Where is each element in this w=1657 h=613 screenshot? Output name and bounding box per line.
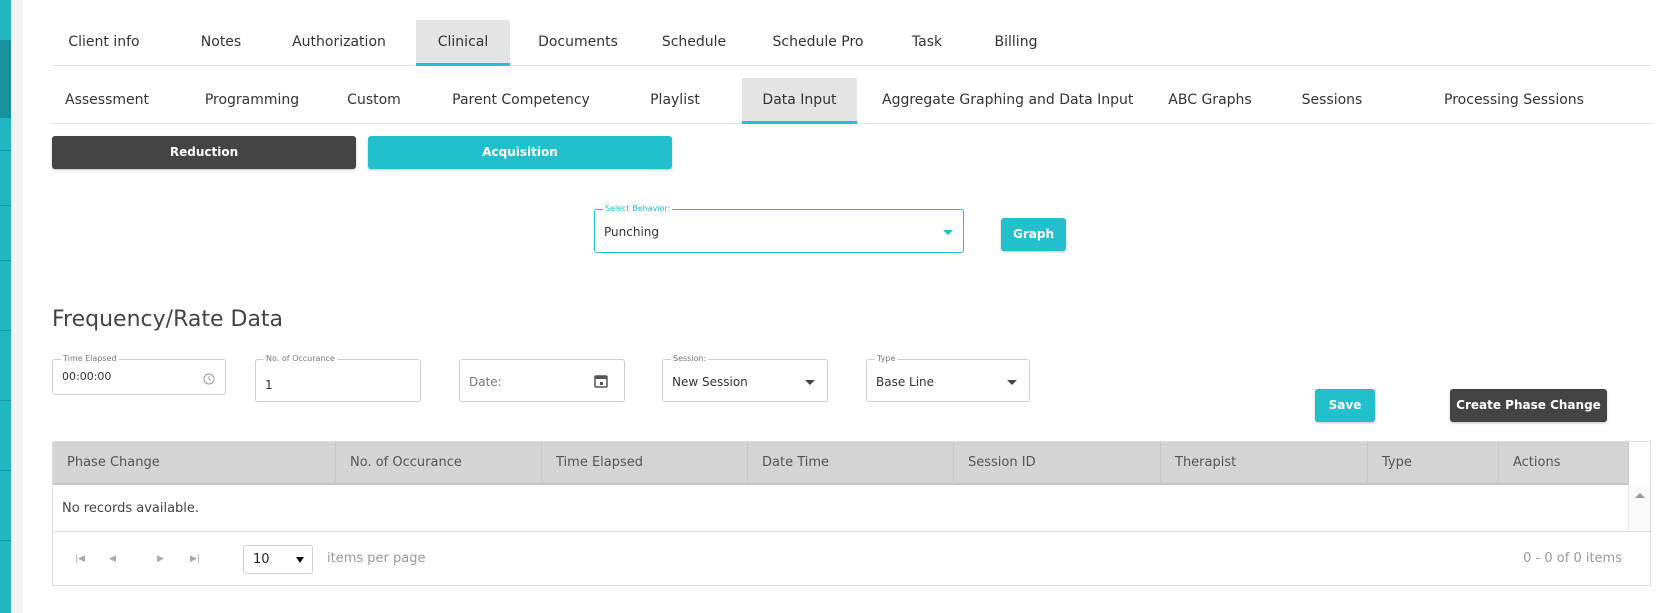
- create-phase-change-button[interactable]: Create Phase Change: [1450, 389, 1607, 422]
- tab-sessions[interactable]: Sessions: [1292, 78, 1372, 124]
- calendar-icon[interactable]: [594, 374, 608, 388]
- left-nav-rail: [0, 0, 11, 613]
- type-value: Base Line: [876, 375, 935, 389]
- left-nav-divider: [0, 330, 11, 331]
- caret-down-icon: [1007, 380, 1017, 385]
- behavior-select[interactable]: Select Behavior: Punching: [594, 204, 964, 253]
- items-per-page-label: items per page: [327, 551, 426, 566]
- page-size-value: 10: [253, 552, 270, 567]
- column-header[interactable]: Actions: [1499, 442, 1629, 485]
- prev-page-icon[interactable]: ◀: [109, 554, 116, 564]
- empty-message: No records available.: [62, 501, 200, 516]
- main-tab-bar: Client info Notes Authorization Clinical…: [52, 20, 1652, 66]
- tab-processing-sessions[interactable]: Processing Sessions: [1424, 78, 1604, 124]
- date-field[interactable]: Date:: [459, 359, 625, 402]
- time-elapsed-value: 00:00:00: [62, 370, 112, 383]
- tab-custom[interactable]: Custom: [335, 78, 413, 124]
- session-label: Session:: [671, 354, 709, 364]
- column-header[interactable]: Session ID: [954, 442, 1161, 485]
- section-title: Frequency/Rate Data: [52, 307, 284, 332]
- type-label: Type: [875, 354, 898, 364]
- caret-down-icon: [943, 230, 953, 235]
- tab-data-input[interactable]: Data Input: [742, 78, 857, 124]
- tab-documents[interactable]: Documents: [522, 20, 634, 66]
- clock-icon[interactable]: [203, 373, 215, 385]
- time-elapsed-field[interactable]: Time Elapsed 00:00:00: [52, 354, 226, 395]
- scroll-up-icon[interactable]: [1635, 493, 1645, 498]
- column-header[interactable]: Time Elapsed: [542, 442, 748, 485]
- tab-schedule-pro[interactable]: Schedule Pro: [756, 20, 880, 66]
- caret-down-icon: [805, 380, 815, 385]
- left-nav-divider: [0, 540, 11, 541]
- column-header[interactable]: Therapist: [1161, 442, 1368, 485]
- tab-authorization[interactable]: Authorization: [274, 20, 404, 66]
- pager: |◀ ◀ ▶ ▶| 10 items per page 0 - 0 of 0 i…: [53, 531, 1650, 585]
- tab-playlist[interactable]: Playlist: [637, 78, 713, 124]
- tab-notes[interactable]: Notes: [180, 20, 262, 66]
- occurrence-value: 1: [265, 378, 273, 392]
- left-nav-divider: [0, 470, 11, 471]
- left-nav-divider: [0, 205, 11, 206]
- caret-down-icon: [296, 557, 304, 563]
- session-select[interactable]: Session: New Session: [662, 354, 828, 402]
- next-page-icon[interactable]: ▶: [157, 554, 164, 564]
- left-nav-divider: [0, 400, 11, 401]
- last-page-icon[interactable]: ▶|: [190, 554, 200, 564]
- session-value: New Session: [672, 375, 748, 389]
- pager-summary: 0 - 0 of 0 items: [1523, 551, 1622, 566]
- tab-abc-graphs[interactable]: ABC Graphs: [1162, 78, 1258, 124]
- tab-client-info[interactable]: Client info: [52, 20, 156, 66]
- tab-parent-competency[interactable]: Parent Competency: [445, 78, 597, 124]
- date-placeholder: Date:: [469, 375, 502, 389]
- reduction-button[interactable]: Reduction: [52, 136, 356, 169]
- tab-schedule[interactable]: Schedule: [648, 20, 740, 66]
- behavior-select-label: Select Behavior:: [603, 204, 673, 214]
- tab-aggregate-graphing[interactable]: Aggregate Graphing and Data Input: [882, 78, 1133, 124]
- clinical-sub-tab-bar: Assessment Programming Custom Parent Com…: [52, 78, 1652, 124]
- save-button[interactable]: Save: [1315, 389, 1375, 422]
- left-gutter: [11, 0, 23, 613]
- occurrence-field[interactable]: No. of Occurance 1: [255, 354, 421, 402]
- column-header[interactable]: Date Time: [748, 442, 954, 485]
- first-page-icon[interactable]: |◀: [75, 554, 85, 564]
- graph-button[interactable]: Graph: [1001, 218, 1066, 251]
- behavior-select-value: Punching: [604, 225, 659, 239]
- acquisition-button[interactable]: Acquisition: [368, 136, 672, 169]
- tab-task[interactable]: Task: [892, 20, 962, 66]
- tab-programming[interactable]: Programming: [190, 78, 314, 124]
- data-grid: Phase Change No. of Occurance Time Elaps…: [52, 441, 1651, 586]
- tab-assessment[interactable]: Assessment: [52, 78, 162, 124]
- type-select[interactable]: Type Base Line: [866, 354, 1030, 402]
- time-elapsed-label: Time Elapsed: [61, 354, 119, 364]
- tab-billing[interactable]: Billing: [978, 20, 1054, 66]
- column-header[interactable]: Phase Change: [53, 442, 336, 485]
- grid-header: Phase Change No. of Occurance Time Elaps…: [53, 442, 1629, 485]
- left-nav-divider: [0, 150, 11, 151]
- left-nav-divider: [0, 260, 11, 261]
- tab-clinical[interactable]: Clinical: [416, 20, 510, 66]
- occurrence-label: No. of Occurance: [264, 354, 337, 364]
- column-header[interactable]: Type: [1368, 442, 1499, 485]
- page-size-select[interactable]: 10: [243, 545, 313, 574]
- column-header[interactable]: No. of Occurance: [336, 442, 542, 485]
- left-nav-active-segment: [0, 40, 11, 118]
